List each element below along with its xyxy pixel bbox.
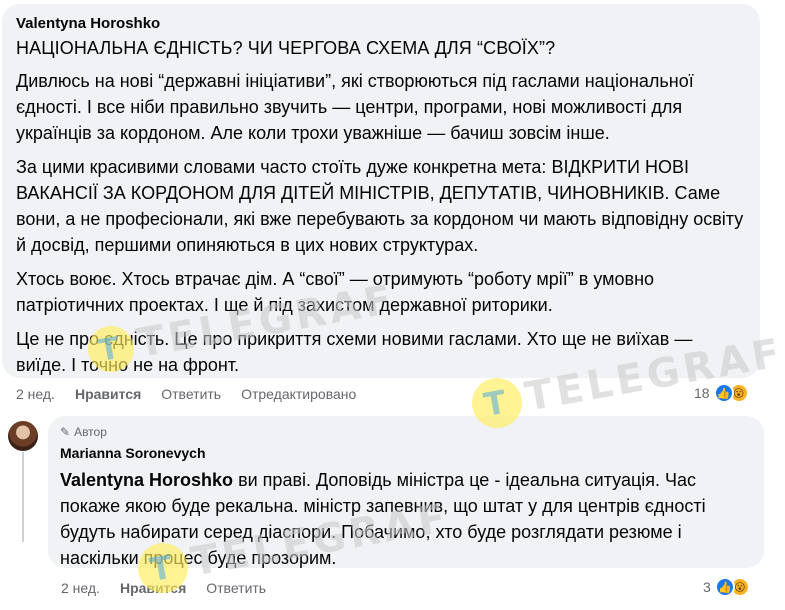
comment-time[interactable]: 2 нед. bbox=[16, 386, 55, 402]
reaction-count: 18 bbox=[694, 385, 710, 401]
comment-time[interactable]: 2 нед. bbox=[61, 580, 100, 596]
comment-author[interactable]: Marianna Soronevych bbox=[60, 443, 752, 463]
avatar[interactable] bbox=[8, 421, 38, 451]
comment-paragraph-1: Дивлюсь на нові “державні ініціативи”, я… bbox=[16, 71, 694, 143]
like-button[interactable]: Нравится bbox=[120, 580, 186, 596]
pen-icon: ✎ bbox=[60, 425, 71, 439]
author-badge-label: Автор bbox=[74, 425, 107, 439]
comment-headline: НАЦІОНАЛЬНА ЄДНІСТЬ? ЧИ ЧЕРГОВА СХЕМА ДЛ… bbox=[16, 38, 556, 58]
reply-text: Valentyna Horoshko ви праві. Доповідь мі… bbox=[60, 467, 752, 571]
comment-author[interactable]: Valentyna Horoshko bbox=[16, 14, 746, 34]
like-button[interactable]: Нравится bbox=[75, 386, 141, 402]
reply-button[interactable]: Ответить bbox=[161, 386, 221, 402]
comment-actions-2: 2 нед. Нравится Ответить bbox=[61, 580, 286, 596]
comment-paragraph-3: Хтось воює. Хтось втрачає дім. А “свої” … bbox=[16, 269, 655, 315]
mention-link[interactable]: Valentyna Horoshko bbox=[60, 470, 233, 490]
reactions-summary-1[interactable]: 18 👍 😮 bbox=[694, 383, 749, 403]
comment-bubble-1: Valentyna Horoshko НАЦІОНАЛЬНА ЄДНІСТЬ? … bbox=[2, 4, 760, 378]
author-badge: ✎ Автор bbox=[60, 424, 752, 440]
reaction-count: 3 bbox=[703, 579, 711, 595]
like-icon: 👍 bbox=[713, 383, 734, 403]
comment-paragraph-2: За цими красивими словами часто стоїть д… bbox=[16, 157, 744, 255]
comment-paragraph-4: Це не про єдність. Це про прикриття схем… bbox=[16, 329, 693, 375]
edited-label: Отредактировано bbox=[241, 386, 357, 402]
comment-actions-1: 2 нед. Нравится Ответить Отредактировано bbox=[16, 386, 376, 402]
comment-bubble-2: ✎ Автор Marianna Soronevych Valentyna Ho… bbox=[48, 416, 764, 568]
reactions-summary-2[interactable]: 3 👍 😮 bbox=[703, 577, 750, 597]
thread-connector bbox=[22, 452, 24, 542]
like-icon: 👍 bbox=[714, 577, 735, 597]
reply-button[interactable]: Ответить bbox=[206, 580, 266, 596]
